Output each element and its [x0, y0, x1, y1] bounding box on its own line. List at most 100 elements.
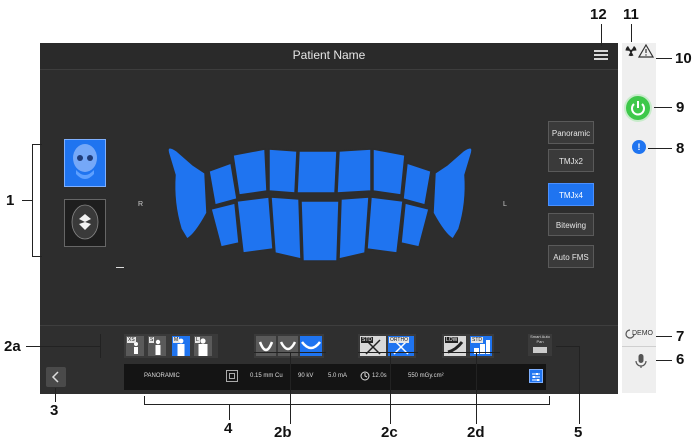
power-icon	[631, 101, 645, 116]
size-xs-option[interactable]: XS	[126, 336, 144, 356]
callout-5: 5	[574, 424, 583, 441]
leader-line	[22, 200, 32, 201]
leader-line	[656, 360, 672, 361]
leader-line	[100, 334, 101, 358]
resolution-group: LOW STD	[442, 334, 494, 358]
acquisition-screen: Patient Name R L Panoramic TMJx2 TMJx4 B…	[40, 43, 618, 394]
face-exam-thumbnail[interactable]	[64, 199, 106, 247]
status-filter: 0.15 mm Cu	[250, 373, 283, 379]
face-sinus-icon	[71, 204, 99, 240]
demo-mode-toggle[interactable]: DEMO	[624, 326, 658, 342]
dose-mode-group: STD ORTHO	[358, 334, 416, 358]
leader-line	[229, 404, 230, 420]
timer-icon	[360, 371, 370, 381]
mode-panoramic-button[interactable]: Panoramic	[548, 121, 594, 144]
arch-wide-option[interactable]	[300, 336, 322, 356]
back-button[interactable]	[46, 367, 66, 387]
leader-line	[32, 144, 33, 256]
power-button[interactable]	[626, 96, 650, 120]
leader-line	[144, 396, 145, 405]
mode-tmjx2-button[interactable]: TMJx2	[548, 149, 594, 172]
arch-normal-option[interactable]	[278, 336, 298, 356]
patient-size-group: XS S M L	[124, 334, 218, 358]
callout-8: 8	[676, 140, 685, 157]
skull-exam-thumbnail[interactable]	[64, 139, 106, 187]
callout-2c: 2c	[381, 424, 398, 441]
acquisition-status-bar: PANORAMIC 0.15 mm Cu 90 kV 5.0 mA 12.0s …	[124, 364, 546, 390]
leader-line	[290, 352, 291, 424]
leader-line	[656, 58, 672, 59]
leader-line	[549, 396, 550, 405]
callout-2b: 2b	[274, 424, 292, 441]
right-side-label: R	[138, 201, 144, 208]
callout-11: 11	[623, 6, 639, 23]
callout-4: 4	[224, 420, 233, 437]
leader-line	[648, 148, 672, 149]
notification-icon[interactable]: !	[632, 140, 646, 154]
radiation-icon	[625, 46, 637, 57]
mode-tmjx4-button[interactable]: TMJx4	[548, 183, 594, 206]
res-low-option[interactable]: LOW	[444, 336, 466, 356]
dose-std-option[interactable]: STD	[360, 336, 386, 356]
filter-icon	[226, 370, 238, 382]
leader-line	[442, 352, 500, 353]
leader-line	[579, 346, 580, 424]
size-l-option[interactable]: L	[194, 336, 212, 356]
arch-narrow-option[interactable]	[256, 336, 276, 356]
status-kv: 90 kV	[298, 373, 314, 379]
leader-line	[556, 346, 580, 347]
status-ma: 5.0 mA	[328, 373, 348, 379]
smart-auto-pan-button[interactable]: Smart Auto Pan	[528, 334, 552, 356]
left-side-label: L	[503, 201, 507, 208]
leader-line	[32, 144, 42, 145]
callout-7: 7	[676, 328, 685, 345]
size-m-option[interactable]: M	[172, 336, 190, 356]
hamburger-menu-icon[interactable]	[594, 50, 608, 61]
sliders-icon	[532, 373, 540, 381]
callout-2d: 2d	[467, 424, 485, 441]
chevron-left-icon	[51, 371, 59, 383]
microphone-icon[interactable]	[632, 352, 650, 370]
bottom-toolbar: XS S M L STD ORTHO LOW STD Smart Auto Pa…	[40, 325, 618, 394]
size-s-option[interactable]: S	[148, 336, 166, 356]
leader-line	[144, 404, 549, 405]
leader-line	[656, 336, 672, 337]
callout-12: 12	[590, 6, 607, 23]
leader-line	[358, 352, 418, 353]
dental-arch-map[interactable]	[165, 143, 475, 278]
leader-line	[390, 352, 391, 424]
divider	[622, 346, 656, 347]
dose-ortho-option[interactable]: ORTHO	[388, 336, 414, 356]
patient-name-title: Patient Name	[292, 48, 366, 62]
wide-arch-icon	[301, 341, 321, 350]
settings-sliders-button[interactable]	[529, 369, 543, 383]
callout-2a: 2a	[4, 338, 21, 355]
leader-line	[631, 24, 632, 42]
callout-6: 6	[676, 351, 685, 368]
mode-bitewing-button[interactable]: Bitewing	[548, 213, 594, 236]
leader-line	[26, 346, 100, 347]
leader-line	[654, 107, 672, 108]
divider	[116, 267, 124, 268]
leader-line	[601, 24, 602, 46]
leader-line	[32, 256, 42, 257]
callout-1: 1	[6, 192, 15, 209]
leader-line	[476, 352, 477, 424]
mode-auto-fms-button[interactable]: Auto FMS	[548, 245, 594, 268]
status-mode: PANORAMIC	[144, 373, 180, 379]
status-time: 12.0s	[372, 373, 387, 379]
arch-shape-group	[254, 334, 324, 358]
demo-label: DEMO	[632, 330, 653, 337]
normal-arch-icon	[279, 341, 297, 351]
warning-icon[interactable]	[638, 44, 654, 58]
callout-3: 3	[50, 402, 59, 419]
title-bar: Patient Name	[40, 43, 618, 70]
leader-line	[55, 388, 56, 402]
narrow-arch-icon	[258, 341, 274, 352]
status-dose: 550 mGy.cm²	[408, 373, 444, 379]
smart-auto-label: Smart Auto Pan	[530, 334, 550, 344]
res-std-option[interactable]: STD	[470, 336, 492, 356]
pan-icon	[533, 347, 547, 353]
callout-9: 9	[676, 99, 685, 116]
skull-icon	[73, 144, 97, 179]
